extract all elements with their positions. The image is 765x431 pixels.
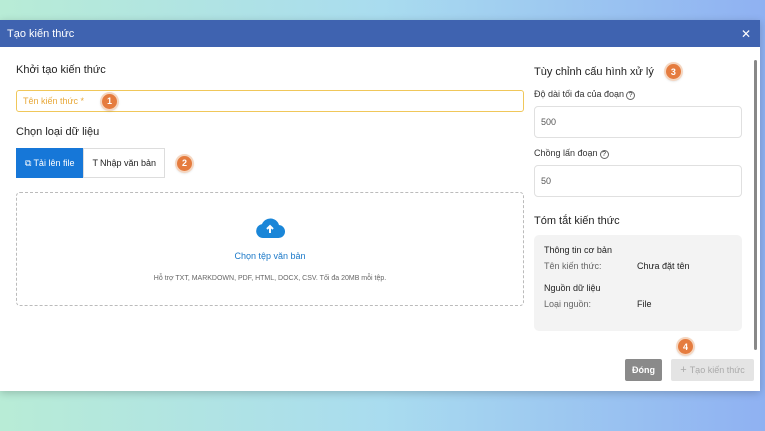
- cloud-upload-icon: [256, 218, 285, 238]
- name-value: Chưa đặt tên: [637, 261, 690, 271]
- modal-header: Tạo kiến thức ✕: [0, 20, 760, 47]
- source-title: Nguồn dữ liệu: [544, 283, 601, 293]
- overlap-input[interactable]: 50: [534, 165, 742, 197]
- close-icon[interactable]: ✕: [741, 27, 751, 41]
- create-label: Tạo kiến thức: [689, 365, 745, 375]
- section-title: Khởi tạo kiến thức: [16, 64, 106, 76]
- chunk-size-label: Độ dài tối đa của đoạn: [534, 89, 625, 99]
- tab-label: Tải lên file: [33, 158, 75, 168]
- name-key: Tên kiến thức:: [544, 261, 602, 271]
- source-value: File: [637, 299, 652, 309]
- tab-upload-file[interactable]: ⧉ Tải lên file: [16, 148, 84, 178]
- upload-hint: Hỗ trợ TXT, MARKDOWN, PDF, HTML, DOCX, C…: [153, 274, 387, 282]
- source-key: Loại nguồn:: [544, 299, 592, 309]
- step-badge: 4: [678, 339, 693, 354]
- help-icon[interactable]: ?: [599, 150, 609, 159]
- step-badge: 3: [665, 64, 681, 79]
- summary-title: Tóm tắt kiến thức: [534, 215, 620, 227]
- tab-enter-text[interactable]: T Nhập văn bản: [83, 148, 166, 178]
- text-icon: T: [92, 158, 98, 168]
- upload-dropzone[interactable]: Chọn tệp văn bản Hỗ trợ TXT, MARKDOWN, P…: [16, 192, 524, 306]
- create-knowledge-button[interactable]: + Tạo kiến thức: [671, 359, 754, 381]
- help-icon[interactable]: ?: [626, 91, 636, 100]
- name-placeholder: Tên kiến thức *: [23, 96, 85, 106]
- overlap-label: Chồng lấn đoạn: [534, 148, 598, 158]
- chunk-size-input[interactable]: 500: [534, 106, 742, 138]
- file-copy-icon: ⧉: [25, 157, 32, 168]
- plus-icon: +: [680, 364, 687, 376]
- config-title: Tùy chỉnh cấu hình xử lý: [534, 65, 654, 78]
- scrollbar[interactable]: [754, 60, 757, 350]
- summary-panel: Thông tin cơ bản Tên kiến thức: Chưa đặt …: [534, 235, 742, 331]
- data-type-title: Chọn loại dữ liệu: [16, 126, 100, 138]
- step-badge: 1: [102, 93, 118, 109]
- basic-info-title: Thông tin cơ bản: [544, 245, 612, 255]
- create-knowledge-modal: Tạo kiến thức ✕ Khởi tạo kiến thức Tên k…: [0, 20, 760, 391]
- knowledge-name-input[interactable]: Tên kiến thức * 1: [16, 90, 524, 112]
- choose-file-link[interactable]: Chọn tệp văn bản: [234, 251, 305, 261]
- modal-title: Tạo kiến thức: [7, 27, 75, 40]
- step-badge: 2: [177, 155, 193, 171]
- tab-label: Nhập văn bản: [99, 158, 157, 168]
- close-button[interactable]: Đóng: [625, 359, 662, 381]
